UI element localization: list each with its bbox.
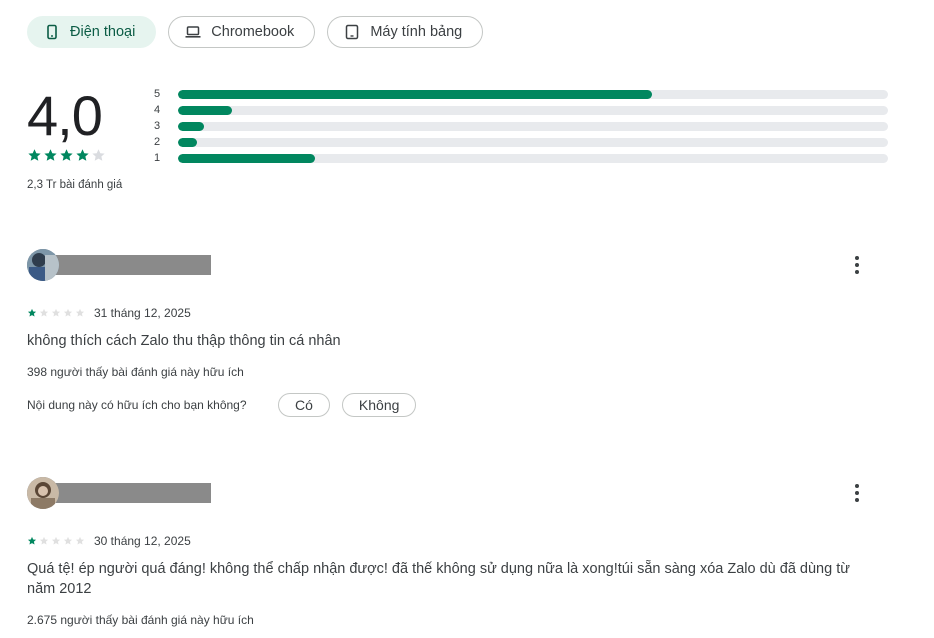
rating-bar-label: 2: [154, 136, 161, 148]
star-empty-icon: [51, 536, 61, 545]
reviewer-name-redacted: [53, 483, 211, 503]
tab-chromebook-label: Chromebook: [211, 24, 295, 40]
rating-bar-track: [178, 89, 888, 99]
rating-bar-fill: [178, 89, 652, 99]
tab-tablet[interactable]: Máy tính bảng: [327, 16, 484, 48]
review-card: 31 tháng 12, 2025 không thích cách Zalo …: [27, 249, 887, 417]
rating-bar-track: [178, 121, 888, 131]
star-empty-icon: [75, 308, 85, 317]
rating-bar-row: 3: [154, 118, 888, 134]
rating-bar-fill: [178, 153, 316, 163]
avatar: [27, 477, 59, 509]
helpful-question: Nội dung này có hữu ích cho bạn không?: [27, 398, 247, 412]
review-stars: [27, 536, 85, 546]
rating-bar-track: [178, 137, 888, 147]
rating-bar-label: 3: [154, 120, 161, 132]
tab-phone-label: Điện thoại: [70, 24, 136, 40]
star-filled-icon: [60, 149, 73, 161]
rating-bar-label: 5: [154, 88, 161, 100]
star-empty-icon: [63, 536, 73, 545]
review-date: 31 tháng 12, 2025: [94, 306, 191, 320]
star-filled-icon: [76, 149, 89, 161]
tablet-icon: [346, 24, 359, 40]
helpful-count: 398 người thấy bài đánh giá này hữu ích: [27, 365, 244, 379]
rating-distribution: 5 4 3 2 1: [154, 86, 888, 166]
laptop-icon: [185, 26, 201, 38]
review-date: 30 tháng 12, 2025: [94, 534, 191, 548]
more-options-icon[interactable]: [847, 255, 867, 275]
star-filled-icon: [28, 149, 41, 161]
rating-summary: 4,0 2,3 Tr bài đánh giá: [27, 84, 122, 191]
rating-bar-row: 2: [154, 134, 888, 150]
star-empty-icon: [39, 308, 49, 317]
star-filled-icon: [27, 308, 37, 317]
star-empty-icon: [92, 149, 105, 161]
review-text: không thích cách Zalo thu thập thông tin…: [27, 333, 341, 349]
star-empty-icon: [75, 536, 85, 545]
rating-bar-row: 5: [154, 86, 888, 102]
more-options-icon[interactable]: [847, 483, 867, 503]
reviewer-name-redacted: [53, 255, 211, 275]
tab-phone[interactable]: Điện thoại: [27, 16, 157, 48]
rating-bar-track: [178, 153, 888, 163]
rating-bar-track: [178, 105, 888, 115]
review-text: Quá tệ! ép người quá đáng! không thể chấ…: [27, 561, 850, 597]
summary-stars: [27, 148, 122, 163]
rating-bar-fill: [178, 105, 232, 115]
phone-icon: [47, 24, 57, 40]
tab-tablet-label: Máy tính bảng: [370, 24, 463, 40]
star-empty-icon: [39, 536, 49, 545]
rating-bar-label: 1: [154, 152, 161, 164]
rating-bar-fill: [178, 121, 205, 131]
star-empty-icon: [51, 308, 61, 317]
review-stars: [27, 308, 85, 318]
rating-bar-label: 4: [154, 104, 161, 116]
rating-bar-row: 4: [154, 102, 888, 118]
device-filter-chips: Điện thoại Chromebook Máy tính bảng: [27, 16, 484, 48]
total-reviews: 2,3 Tr bài đánh giá: [27, 179, 123, 191]
tab-chromebook[interactable]: Chromebook: [168, 16, 316, 48]
review-card: 30 tháng 12, 2025 Quá tệ! ép người quá đ…: [27, 477, 887, 627]
helpful-no-button[interactable]: Không: [341, 393, 417, 417]
rating-bar-row: 1: [154, 150, 888, 166]
helpful-yes-button[interactable]: Có: [278, 393, 330, 417]
star-empty-icon: [63, 308, 73, 317]
star-filled-icon: [27, 536, 37, 545]
star-filled-icon: [44, 149, 57, 161]
average-rating: 4,0: [27, 84, 103, 147]
avatar: [27, 249, 59, 281]
rating-bar-fill: [178, 137, 198, 147]
helpful-count: 2.675 người thấy bài đánh giá này hữu íc…: [27, 613, 254, 627]
